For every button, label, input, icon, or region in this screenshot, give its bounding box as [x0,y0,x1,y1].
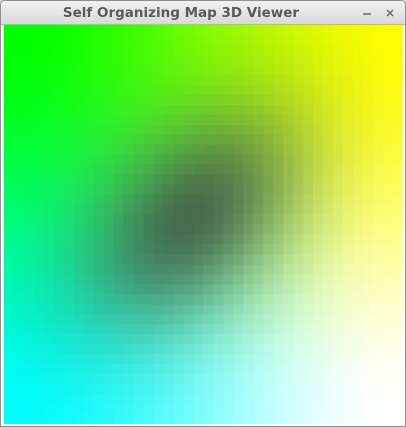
som-map-panel[interactable] [4,25,403,424]
window-title: Self Organizing Map 3D Viewer [62,5,300,21]
minimize-button[interactable] [359,4,375,21]
close-button[interactable] [382,4,398,21]
app-window: Self Organizing Map 3D Viewer [0,0,406,427]
close-icon [386,8,394,17]
title-bar[interactable]: Self Organizing Map 3D Viewer [1,1,405,25]
minimize-icon [363,12,371,15]
som-map-canvas[interactable] [4,25,403,424]
